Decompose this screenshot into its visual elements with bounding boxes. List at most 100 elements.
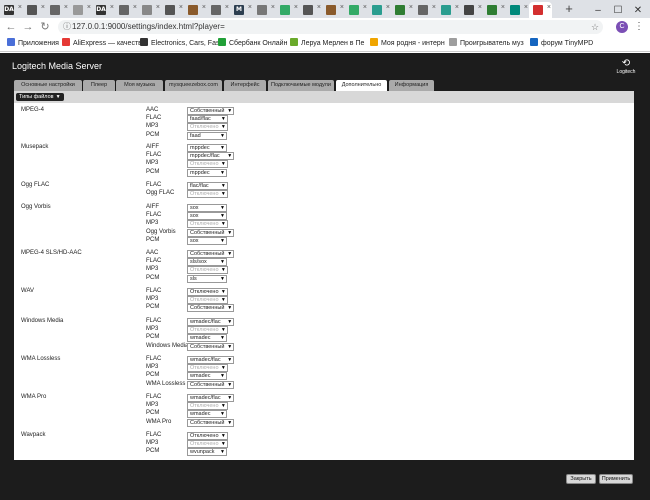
transcoder-select[interactable]: Собственный ▼ <box>187 304 235 313</box>
filetypes-dropdown[interactable]: Типы файлов ▼ <box>16 93 64 101</box>
transcoder-select[interactable]: wvunpack ▼ <box>187 448 227 457</box>
browser-tab[interactable]: DA × <box>0 2 23 18</box>
transcoder-select[interactable]: sls ▼ <box>187 274 227 283</box>
transcoder-select[interactable]: Собственный ▼ <box>187 250 235 258</box>
browser-tab[interactable]: × <box>138 2 161 18</box>
transcoder-select[interactable]: flac/flac ▼ <box>187 182 228 190</box>
settings-tab[interactable]: Моя музыка <box>116 80 163 91</box>
back-icon[interactable]: ← <box>5 20 17 34</box>
maximize-icon[interactable]: ☐ <box>608 3 628 19</box>
transcoder-select[interactable]: sox ▼ <box>187 236 227 245</box>
browser-tab[interactable]: DA × <box>92 2 115 18</box>
transcoder-select[interactable]: wmadec ▼ <box>187 410 227 419</box>
browser-tab[interactable]: × <box>368 2 391 18</box>
settings-tab[interactable]: Информация <box>389 80 434 91</box>
transcoder-select[interactable]: Отключено ▼ <box>187 160 228 169</box>
browser-tab[interactable]: × <box>299 2 322 18</box>
tab-close-icon[interactable]: × <box>110 4 114 11</box>
browser-tab[interactable]: × <box>460 2 483 18</box>
browser-tab[interactable]: × <box>483 2 506 18</box>
bookmark-item[interactable]: Приложения <box>7 38 59 50</box>
close-window-icon[interactable]: ✕ <box>628 3 648 19</box>
tab-close-icon[interactable]: × <box>202 4 206 11</box>
bookmark-item[interactable]: форум TinyMPD <box>530 38 593 50</box>
minimize-icon[interactable]: – <box>588 3 608 19</box>
bookmark-item[interactable]: AliExpress — качеств <box>62 38 142 50</box>
settings-tab[interactable]: Плеер <box>83 80 115 91</box>
transcoder-select[interactable]: Собственный ▼ <box>187 228 235 237</box>
transcoder-select[interactable]: Отключено ▼ <box>187 266 228 275</box>
transcoder-select[interactable]: Отключено ▼ <box>187 296 228 305</box>
transcoder-select[interactable]: faad/flac ▼ <box>187 115 228 124</box>
transcoder-select[interactable]: Отключено ▼ <box>187 220 228 229</box>
browser-tab[interactable]: × <box>506 2 529 18</box>
browser-tab[interactable]: × <box>23 2 46 18</box>
tab-close-icon[interactable]: × <box>524 4 528 11</box>
tab-close-icon[interactable]: × <box>41 4 45 11</box>
browser-tab[interactable]: × <box>529 2 552 18</box>
tab-close-icon[interactable]: × <box>547 4 551 11</box>
tab-close-icon[interactable]: × <box>64 4 68 11</box>
settings-tab[interactable]: Дополнительно <box>336 80 387 91</box>
browser-menu-icon[interactable]: ⋮ <box>634 20 644 34</box>
tab-close-icon[interactable]: × <box>133 4 137 11</box>
tab-close-icon[interactable]: × <box>340 4 344 11</box>
close-button[interactable]: Закрыть <box>566 474 596 484</box>
tab-close-icon[interactable]: × <box>248 4 252 11</box>
bookmark-item[interactable]: Сбербанк Онлайн <box>218 38 287 50</box>
forward-icon[interactable]: → <box>22 20 34 34</box>
browser-tab[interactable]: × <box>207 2 230 18</box>
bookmark-item[interactable]: Моя родня - интерн <box>370 38 445 50</box>
tab-close-icon[interactable]: × <box>455 4 459 11</box>
transcoder-select[interactable]: mppdec ▼ <box>187 144 227 152</box>
transcoder-select[interactable]: Отключено ▼ <box>187 432 228 440</box>
tab-close-icon[interactable]: × <box>432 4 436 11</box>
tab-close-icon[interactable]: × <box>87 4 91 11</box>
transcoder-select[interactable]: mppdec/flac ▼ <box>187 152 235 161</box>
tab-close-icon[interactable]: × <box>271 4 275 11</box>
transcoder-select[interactable]: Отключено ▼ <box>187 440 228 449</box>
transcoder-select[interactable]: Собственный ▼ <box>187 418 235 427</box>
settings-tab[interactable]: Интерфейс <box>224 80 266 91</box>
browser-tab[interactable]: × <box>437 2 460 18</box>
transcoder-select[interactable]: wmadec ▼ <box>187 334 227 343</box>
tab-close-icon[interactable]: × <box>156 4 160 11</box>
tab-close-icon[interactable]: × <box>363 4 367 11</box>
tab-close-icon[interactable]: × <box>386 4 390 11</box>
transcoder-select[interactable]: mppdec ▼ <box>187 168 227 177</box>
browser-tab[interactable]: × <box>414 2 437 18</box>
browser-tab[interactable]: × <box>184 2 207 18</box>
tab-close-icon[interactable]: × <box>409 4 413 11</box>
transcoder-select[interactable]: Отключено ▼ <box>187 364 228 373</box>
transcoder-select[interactable]: sls/sox ▼ <box>187 258 227 267</box>
browser-tab[interactable]: × <box>276 2 299 18</box>
info-icon[interactable]: ⓘ <box>63 20 71 34</box>
tab-close-icon[interactable]: × <box>179 4 183 11</box>
browser-tab[interactable]: × <box>391 2 414 18</box>
address-bar[interactable]: ⓘ 127.0.0.1:9000/settings/index.html?pla… <box>58 20 603 34</box>
browser-tab[interactable]: × <box>322 2 345 18</box>
settings-tab[interactable]: Основные настройки <box>14 80 82 91</box>
browser-tab[interactable]: M × <box>230 2 253 18</box>
browser-tab[interactable]: × <box>46 2 69 18</box>
transcoder-select[interactable]: wmadec/flac ▼ <box>187 356 235 364</box>
bookmark-item[interactable]: Electronics, Cars, Fas <box>140 38 219 50</box>
bookmark-star-icon[interactable]: ☆ <box>591 20 599 34</box>
transcoder-select[interactable]: wmadec/flac ▼ <box>187 394 235 402</box>
transcoder-select[interactable]: faad ▼ <box>187 131 227 140</box>
tab-close-icon[interactable]: × <box>501 4 505 11</box>
settings-tab[interactable]: mysqueezebox.com <box>165 80 222 91</box>
tab-close-icon[interactable]: × <box>478 4 482 11</box>
reload-icon[interactable]: ↻ <box>39 20 51 34</box>
browser-tab[interactable]: × <box>69 2 92 18</box>
transcoder-select[interactable]: Отключено ▼ <box>187 288 228 296</box>
tab-close-icon[interactable]: × <box>294 4 298 11</box>
transcoder-select[interactable]: wmadec ▼ <box>187 372 227 381</box>
tab-close-icon[interactable]: × <box>18 4 22 11</box>
new-tab-button[interactable]: + <box>562 2 576 16</box>
transcoder-select[interactable]: sox ▼ <box>187 212 227 221</box>
browser-tab[interactable]: × <box>161 2 184 18</box>
transcoder-select[interactable]: Собственный ▼ <box>187 107 235 115</box>
bookmark-item[interactable]: Леруа Мерлен в Пе <box>290 38 364 50</box>
bookmark-item[interactable]: Проигрыватель муз <box>449 38 524 50</box>
